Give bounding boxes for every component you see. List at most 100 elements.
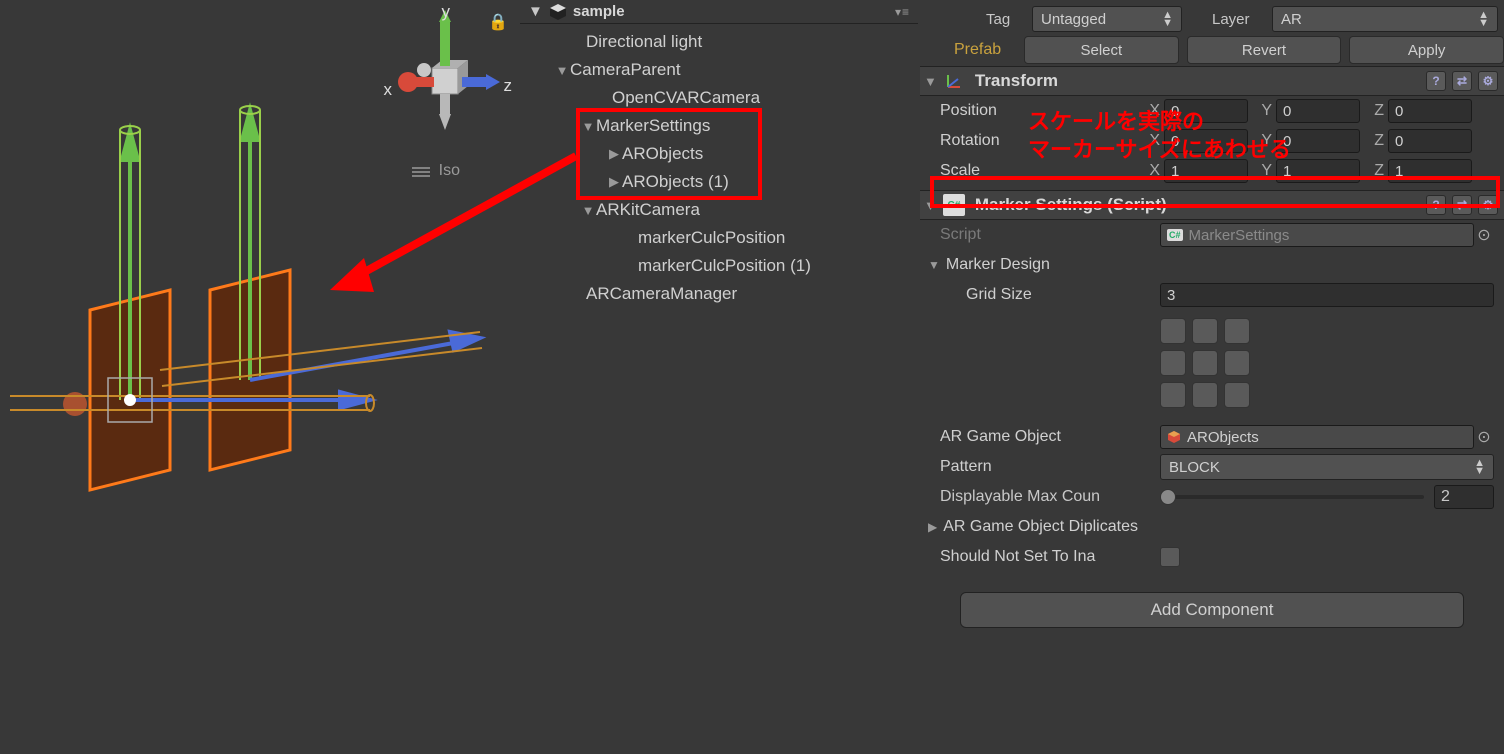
prefab-label: Prefab <box>954 41 1016 59</box>
object-picker-icon[interactable]: ⊙ <box>1474 427 1494 447</box>
position-y-input[interactable] <box>1276 99 1360 123</box>
tag-value: Untagged <box>1041 11 1106 28</box>
tag-dropdown[interactable]: Untagged ▲▼ <box>1032 6 1182 32</box>
csharp-script-icon: C# <box>943 194 965 216</box>
should-not-set-inactive-label: Should Not Set To Ina <box>940 548 1160 566</box>
marker-settings-section-header[interactable]: ▼ C# Marker Settings (Script) ? ⇄ ⚙ <box>920 190 1504 220</box>
scale-y-input[interactable] <box>1276 159 1360 183</box>
x-label: X <box>1140 102 1160 120</box>
pattern-dropdown[interactable]: BLOCK ▲▼ <box>1160 454 1494 480</box>
transform-icon <box>943 70 965 92</box>
foldout-arrow-icon[interactable]: ▼ <box>554 63 570 78</box>
pattern-grid <box>920 310 1504 422</box>
pattern-cell[interactable] <box>1224 382 1250 408</box>
should-not-set-inactive-row: Should Not Set To Ina <box>920 542 1504 572</box>
transform-section-header[interactable]: ▼ Transform ? ⇄ ⚙ <box>920 66 1504 96</box>
hierarchy-item-marker-settings[interactable]: ▼MarkerSettings <box>520 112 918 140</box>
scale-z-input[interactable] <box>1388 159 1472 183</box>
ar-game-object-row: AR Game Object ARObjects ⊙ <box>920 422 1504 452</box>
hierarchy-item-directional-light[interactable]: Directional light <box>520 28 918 56</box>
hierarchy-item-marker-culc-position[interactable]: markerCulcPosition <box>520 224 918 252</box>
scale-x-input[interactable] <box>1164 159 1248 183</box>
grid-size-row: Grid Size <box>920 280 1504 310</box>
hierarchy-item-camera-parent[interactable]: ▼CameraParent <box>520 56 918 84</box>
position-z-input[interactable] <box>1388 99 1472 123</box>
hierarchy-item-opencv-ar-camera[interactable]: OpenCVARCamera <box>520 84 918 112</box>
scene-viewport[interactable]: x y z 🔒 Iso <box>0 0 518 754</box>
transform-title: Transform <box>975 71 1058 91</box>
displayable-max-count-label: Displayable Max Coun <box>940 488 1160 506</box>
hierarchy-header[interactable]: ▼ sample ▾≡ <box>520 0 918 24</box>
panel-menu-icon[interactable]: ▾≡ <box>895 5 910 19</box>
pattern-cell[interactable] <box>1192 318 1218 344</box>
dropdown-arrows-icon: ▲▼ <box>1474 459 1485 475</box>
should-not-set-inactive-checkbox[interactable] <box>1160 547 1180 567</box>
hierarchy-item-ar-camera-manager[interactable]: ARCameraManager <box>520 280 918 308</box>
transform-position-row: Position X Y Z <box>920 96 1504 126</box>
rotation-y-input[interactable] <box>1276 129 1360 153</box>
add-component-button[interactable]: Add Component <box>960 592 1464 628</box>
foldout-arrow-icon[interactable]: ▼ <box>924 198 937 213</box>
foldout-arrow-icon[interactable]: ▼ <box>580 119 596 134</box>
transform-rotation-row: Rotation X Y Z <box>920 126 1504 156</box>
marker-design-foldout[interactable]: ▼ Marker Design <box>920 250 1504 280</box>
position-label: Position <box>940 102 1140 120</box>
foldout-arrow-icon[interactable]: ▼ <box>924 74 937 89</box>
hierarchy-item-marker-culc-position-1[interactable]: markerCulcPosition (1) <box>520 252 918 280</box>
pattern-cell[interactable] <box>1192 382 1218 408</box>
pattern-row: Pattern BLOCK ▲▼ <box>920 452 1504 482</box>
preset-icon[interactable]: ⇄ <box>1452 195 1472 215</box>
layer-dropdown[interactable]: AR ▲▼ <box>1272 6 1498 32</box>
foldout-arrow-icon[interactable]: ▶ <box>606 146 622 162</box>
rotation-x-input[interactable] <box>1164 129 1248 153</box>
help-icon[interactable]: ? <box>1426 71 1446 91</box>
displayable-max-count-row: Displayable Max Coun 2 <box>920 482 1504 512</box>
displayable-slider[interactable] <box>1160 495 1424 499</box>
slider-knob[interactable] <box>1160 489 1176 505</box>
lock-icon[interactable]: 🔒 <box>488 12 508 32</box>
ar-game-object-duplicates-foldout[interactable]: ▶ AR Game Object Diplicates <box>920 512 1504 542</box>
csharp-icon: C# <box>1167 229 1183 241</box>
foldout-arrow-icon[interactable]: ▼ <box>528 3 543 20</box>
unity-logo-icon <box>549 3 567 21</box>
pattern-cell[interactable] <box>1224 318 1250 344</box>
prefab-row: Prefab Select Revert Apply <box>920 34 1504 66</box>
foldout-arrow-icon[interactable]: ▼ <box>928 258 940 272</box>
hierarchy-panel[interactable]: ▼ sample ▾≡ Directional light ▼CameraPar… <box>520 0 918 754</box>
rotation-z-input[interactable] <box>1388 129 1472 153</box>
pattern-cell[interactable] <box>1160 382 1186 408</box>
prefab-select-button[interactable]: Select <box>1024 36 1179 64</box>
prefab-revert-button[interactable]: Revert <box>1187 36 1342 64</box>
y-label: Y <box>1252 102 1272 120</box>
help-icon[interactable]: ? <box>1426 195 1446 215</box>
rotation-label: Rotation <box>940 132 1140 150</box>
scene-view-panel[interactable]: x y z 🔒 Iso <box>0 0 518 754</box>
tag-label: Tag <box>986 11 1022 28</box>
pattern-cell[interactable] <box>1192 350 1218 376</box>
foldout-arrow-icon[interactable]: ▼ <box>580 203 596 218</box>
hierarchy-item-arkit-camera[interactable]: ▼ARKitCamera <box>520 196 918 224</box>
foldout-arrow-icon[interactable]: ▶ <box>928 520 937 534</box>
position-x-input[interactable] <box>1164 99 1248 123</box>
pattern-label: Pattern <box>940 458 1160 476</box>
hierarchy-item-ar-objects[interactable]: ▶ARObjects <box>520 140 918 168</box>
pattern-cell[interactable] <box>1160 318 1186 344</box>
prefab-apply-button[interactable]: Apply <box>1349 36 1504 64</box>
ar-game-object-field[interactable]: ARObjects <box>1160 425 1474 449</box>
object-picker-icon[interactable]: ⊙ <box>1474 225 1494 245</box>
hierarchy-item-ar-objects-1[interactable]: ▶ARObjects (1) <box>520 168 918 196</box>
pattern-cell[interactable] <box>1160 350 1186 376</box>
gear-icon[interactable]: ⚙ <box>1478 195 1498 215</box>
gameobject-icon <box>1167 430 1181 444</box>
pattern-cell[interactable] <box>1224 350 1250 376</box>
scene-name: sample <box>573 3 625 20</box>
displayable-value[interactable]: 2 <box>1434 485 1494 509</box>
axis-x-label: x <box>384 80 393 100</box>
hierarchy-tree[interactable]: Directional light ▼CameraParent OpenCVAR… <box>520 24 918 308</box>
foldout-arrow-icon[interactable]: ▶ <box>606 174 622 190</box>
preset-icon[interactable]: ⇄ <box>1452 71 1472 91</box>
grid-size-input[interactable] <box>1160 283 1494 307</box>
inspector-panel[interactable]: Tag Untagged ▲▼ Layer AR ▲▼ Prefab Selec… <box>920 0 1504 754</box>
inspector-tag-layer-row: Tag Untagged ▲▼ Layer AR ▲▼ <box>920 4 1504 34</box>
gear-icon[interactable]: ⚙ <box>1478 71 1498 91</box>
